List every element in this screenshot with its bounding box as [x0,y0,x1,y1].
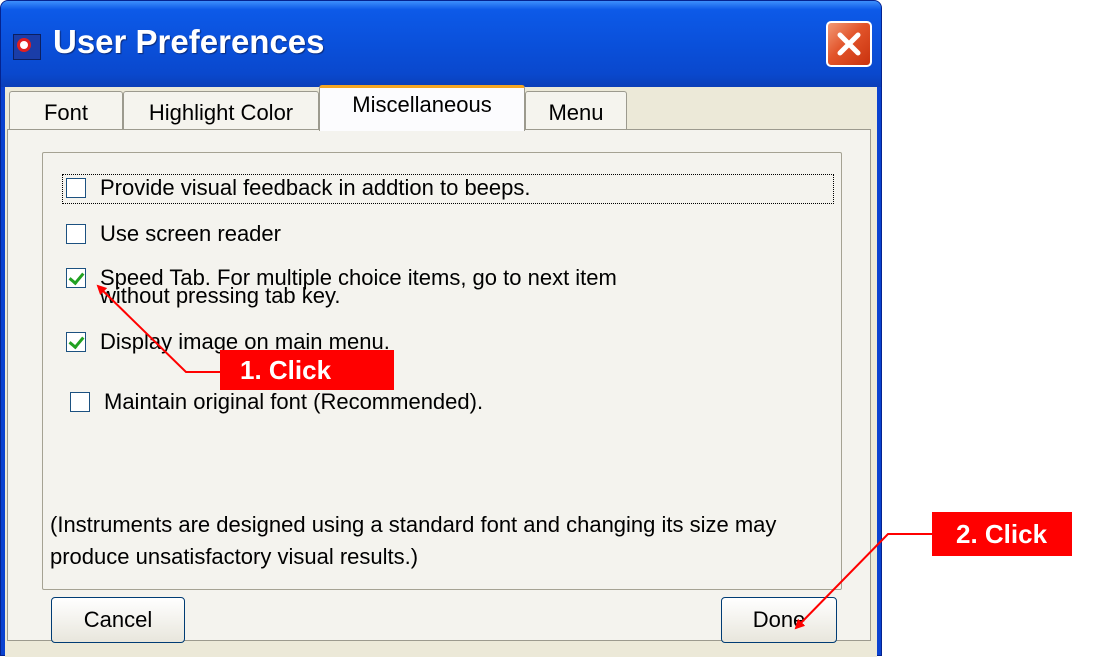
visual-feedback-checkbox[interactable] [66,178,86,198]
miscellaneous-panel: Provide visual feedback in addtion to be… [7,129,871,641]
window-title: User Preferences [53,23,325,60]
app-icon [13,34,41,60]
tab-menu-label: Menu [548,100,604,125]
speed-tab-label-line2[interactable]: without pressing tab key. [100,284,341,308]
title-bar[interactable]: User Preferences [1,1,881,87]
tab-highlight-color-label: Highlight Color [148,100,294,125]
tab-miscellaneous[interactable]: Miscellaneous [319,85,525,131]
tab-font-label: Font [43,100,89,125]
tab-menu[interactable]: Menu [525,91,627,131]
close-button[interactable] [826,21,872,67]
screen-reader-checkbox[interactable] [66,224,86,244]
speed-tab-checkbox[interactable] [66,268,86,288]
dialog-body: Font Highlight Color Miscellaneous Menu … [5,85,877,657]
user-preferences-window: User Preferences Font Highlight Color Mi… [0,0,882,657]
visual-feedback-label[interactable]: Provide visual feedback in addtion to be… [100,176,531,200]
step-2-callout: 2. Click [932,512,1072,556]
tab-font[interactable]: Font [9,91,123,131]
display-image-checkbox[interactable] [66,332,86,352]
done-button[interactable]: Done [721,597,837,643]
tab-highlight-color[interactable]: Highlight Color [123,91,319,131]
close-icon [837,32,861,56]
cancel-button[interactable]: Cancel [51,597,185,643]
maintain-font-checkbox[interactable] [70,392,90,412]
font-note: (Instruments are designed using a standa… [50,512,777,569]
screen-reader-label[interactable]: Use screen reader [100,222,281,246]
tab-miscellaneous-label: Miscellaneous [352,92,492,117]
maintain-font-label[interactable]: Maintain original font (Recommended). [104,390,483,414]
step-1-callout: 1. Click [220,350,394,390]
